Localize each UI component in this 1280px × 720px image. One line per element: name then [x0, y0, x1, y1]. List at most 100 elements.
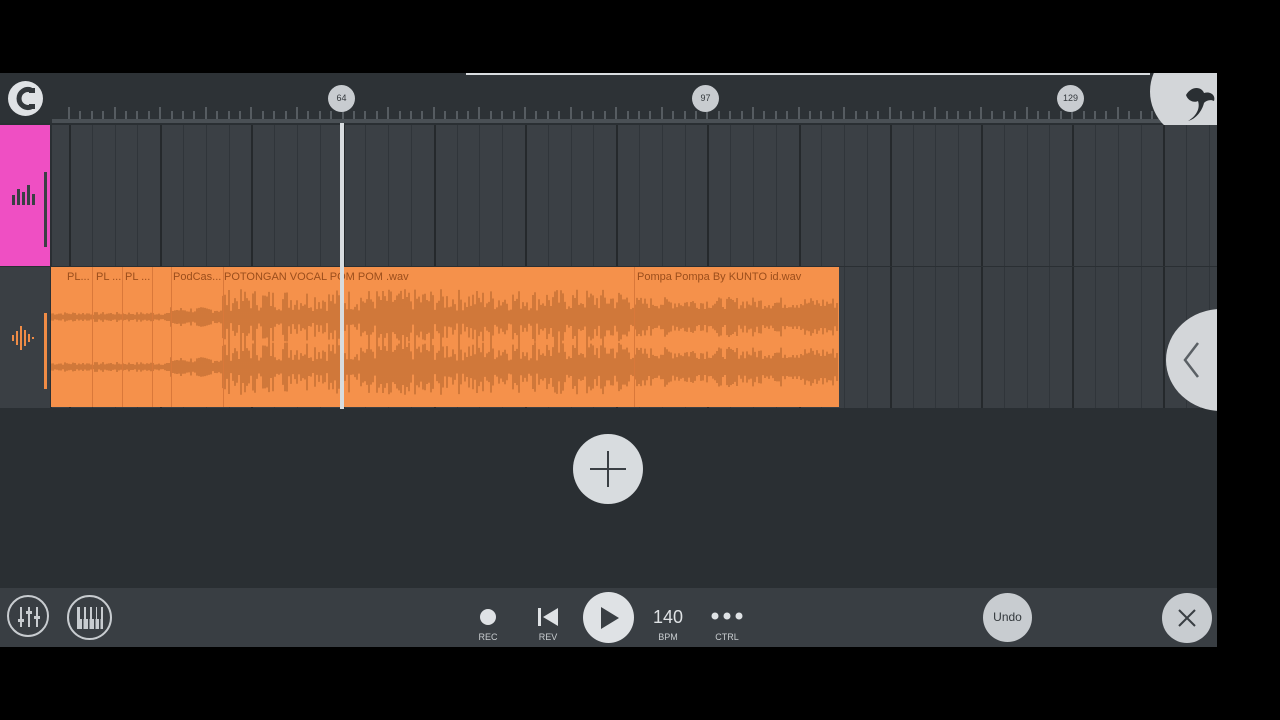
play-button[interactable] — [583, 592, 634, 643]
undo-button[interactable]: Undo — [983, 593, 1032, 642]
ruler-tick — [900, 111, 903, 119]
ruler-tick — [843, 107, 846, 119]
ruler-tick — [672, 111, 675, 119]
ruler-tick — [147, 111, 150, 119]
ruler-tick — [1116, 107, 1119, 119]
ruler-tick — [273, 111, 276, 119]
ruler-tick — [877, 111, 880, 119]
ruler-tick — [410, 111, 412, 119]
grid-line — [1163, 267, 1166, 408]
plus-icon — [590, 451, 626, 487]
record-icon — [480, 609, 496, 625]
ruler-tick — [763, 111, 766, 119]
ruler-tick — [569, 107, 572, 119]
grid-line — [160, 125, 163, 266]
ruler-tick — [945, 111, 948, 119]
grid-line — [479, 125, 481, 266]
clip-divider — [171, 267, 172, 407]
ruler-tick — [284, 111, 287, 119]
ruler-tick — [1002, 111, 1005, 119]
grid-line — [411, 125, 412, 266]
record-button[interactable]: REC — [468, 596, 508, 644]
bpm-label: BPM — [658, 632, 678, 642]
ruler-tick — [786, 111, 789, 119]
grid-line — [639, 125, 640, 266]
playlist-window: 64 97 129 PL... PL ... PL ... PodCas... … — [0, 73, 1217, 647]
grid-line — [684, 125, 686, 266]
track-lane-1[interactable] — [52, 125, 1217, 266]
grid-line — [69, 125, 71, 266]
grid-line — [1026, 125, 1028, 266]
track-volume-bar[interactable] — [44, 172, 47, 247]
mixer-button[interactable] — [7, 595, 49, 637]
ruler-tick — [1014, 111, 1017, 119]
piano-roll-button[interactable] — [67, 595, 112, 640]
clip-label: PL ... — [96, 271, 122, 283]
grid-line — [661, 125, 663, 266]
grid-line — [935, 125, 937, 266]
track-header-1[interactable] — [0, 125, 50, 266]
clip-divider — [92, 267, 93, 407]
ruler-tick — [296, 107, 298, 119]
ruler-tick — [831, 111, 834, 119]
clip-divider — [152, 267, 153, 407]
bar-marker-64[interactable]: 64 — [328, 85, 355, 112]
skip-back-icon — [538, 608, 558, 626]
ruler-tick — [1105, 111, 1108, 119]
ruler-tick — [717, 111, 720, 119]
ruler-tick — [353, 111, 355, 119]
track-volume-bar[interactable] — [44, 313, 47, 389]
grid-line — [935, 267, 937, 408]
tempo-value[interactable]: 140 — [648, 607, 688, 628]
ruler-tick — [752, 107, 754, 119]
ruler-tick — [1151, 111, 1153, 119]
ctrl-label: CTRL — [715, 632, 739, 642]
grid-line — [775, 125, 777, 266]
magnet-icon — [16, 87, 35, 110]
ctrl-button[interactable]: CTRL — [707, 596, 747, 644]
ruler-tick — [398, 111, 401, 119]
track-header-2[interactable] — [0, 267, 50, 408]
close-icon — [1178, 609, 1196, 627]
ruler-tick — [432, 107, 435, 119]
chevron-left-icon — [1183, 342, 1199, 378]
snap-button[interactable] — [8, 81, 43, 116]
scroll-position-bar[interactable] — [466, 73, 1150, 75]
ruler-tick — [307, 111, 310, 119]
grid-line — [593, 125, 595, 266]
ruler-tick — [1048, 111, 1051, 119]
grid-line — [205, 125, 207, 266]
playhead[interactable] — [340, 123, 344, 409]
ruler-tick — [79, 111, 82, 119]
grid-line — [297, 125, 298, 266]
grid-line — [1003, 125, 1005, 266]
ruler-tick — [467, 111, 469, 119]
bar-marker-129[interactable]: 129 — [1057, 85, 1084, 112]
grid-line — [547, 125, 549, 266]
close-button[interactable] — [1162, 593, 1212, 643]
transport-bar: REC REV 140 BPM CTRL Undo — [0, 588, 1217, 647]
ruler-tick — [512, 111, 515, 119]
ruler-tick — [250, 107, 253, 119]
ruler-tick — [478, 107, 481, 119]
rev-label: REV — [538, 632, 558, 642]
ruler-tick — [501, 111, 504, 119]
grid-line — [570, 125, 572, 266]
rewind-button[interactable]: REV — [528, 596, 568, 644]
grid-line — [616, 125, 619, 266]
grid-line — [388, 125, 390, 266]
grid-line — [753, 125, 754, 266]
bar-marker-97[interactable]: 97 — [692, 85, 719, 112]
ruler-tick — [444, 111, 447, 119]
timeline-ruler[interactable]: 64 97 129 — [0, 73, 1217, 123]
ruler-tick — [695, 111, 697, 119]
audio-clip[interactable]: PL... PL ... PL ... PodCas... POTONGAN V… — [51, 267, 839, 407]
ruler-tick — [980, 107, 982, 119]
ruler-tick — [911, 111, 914, 119]
ruler-tick — [261, 111, 264, 119]
ruler-tick — [318, 111, 321, 119]
grid-line — [251, 125, 254, 266]
add-track-button[interactable] — [573, 434, 643, 504]
ruler-tick — [888, 107, 891, 119]
play-icon — [601, 607, 619, 629]
